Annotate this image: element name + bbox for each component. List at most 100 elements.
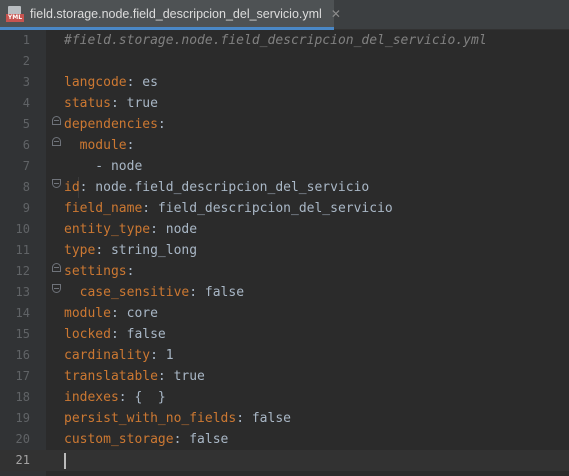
yaml-key: dependencies <box>64 117 158 132</box>
yaml-key: cardinality <box>64 348 151 363</box>
line-number: 13 <box>15 285 30 299</box>
code-text: persist_with_no_fields: false <box>64 408 291 429</box>
yaml-value: : { } <box>118 390 166 405</box>
yaml-key: case_sensitive <box>64 285 190 300</box>
yaml-value: : <box>157 117 166 132</box>
code-text: langcode: es <box>64 72 158 93</box>
code-text: dependencies: <box>64 114 166 135</box>
code-line[interactable]: 1 #field.storage.node.field_descripcion_d… <box>0 30 569 51</box>
code-line[interactable]: 21 <box>0 450 569 471</box>
yaml-value: - node <box>64 159 143 174</box>
yaml-value: : <box>126 264 135 279</box>
line-number: 10 <box>15 222 30 236</box>
code-line[interactable]: 11 type: string_long <box>0 240 569 261</box>
yaml-value: : false <box>189 285 245 300</box>
code-text: - node <box>64 156 142 177</box>
line-number: 20 <box>15 432 30 446</box>
yaml-key: locked <box>64 327 111 342</box>
line-number: 5 <box>22 117 30 131</box>
close-tab-icon[interactable]: ✕ <box>331 7 341 21</box>
yaml-key: settings <box>64 264 127 279</box>
code-line[interactable]: 8 id: node.field_descripcion_del_servicio <box>0 177 569 198</box>
ide-window: YML field.storage.node.field_descripcion… <box>0 0 569 476</box>
yaml-value: : false <box>173 432 229 447</box>
code-text: #field.storage.node.field_descripcion_de… <box>64 30 487 51</box>
code-text: module: core <box>64 303 158 324</box>
yaml-value: : true <box>110 96 158 111</box>
yaml-value: : node <box>150 222 198 237</box>
code-line[interactable]: 6 module: <box>0 135 569 156</box>
code-line[interactable]: 18 indexes: { } <box>0 387 569 408</box>
code-line[interactable]: 4 status: true <box>0 93 569 114</box>
line-number: 8 <box>22 180 30 194</box>
code-line[interactable]: 2 <box>0 51 569 72</box>
yaml-comment: #field.storage.node.field_ <box>64 33 268 48</box>
yaml-comment: .yml <box>455 33 487 48</box>
line-number: 11 <box>15 243 30 257</box>
yaml-key: entity_type <box>64 222 151 237</box>
yaml-key: status <box>64 96 111 111</box>
code-line[interactable]: 15 locked: false <box>0 324 569 345</box>
code-text: type: string_long <box>64 240 197 261</box>
yaml-key: module <box>64 138 127 153</box>
line-number: 12 <box>15 264 30 278</box>
code-text: indexes: { } <box>64 387 166 408</box>
code-text: status: true <box>64 93 158 114</box>
yaml-key: field_name <box>64 201 143 216</box>
yaml-value: : core <box>110 306 158 321</box>
code-text: case_sensitive: false <box>64 282 244 303</box>
line-number: 18 <box>15 390 30 404</box>
line-number: 7 <box>22 159 30 173</box>
code-text: custom_storage: false <box>64 429 228 450</box>
code-text: settings: <box>64 261 134 282</box>
code-line[interactable]: 14 module: core <box>0 303 569 324</box>
code-line[interactable]: 20 custom_storage: false <box>0 429 569 450</box>
yaml-key: langcode <box>64 75 127 90</box>
code-text: translatable: true <box>64 366 205 387</box>
code-line[interactable]: 16 cardinality: 1 <box>0 345 569 366</box>
code-text: entity_type: node <box>64 219 197 240</box>
yaml-comment: servicio <box>392 33 456 48</box>
code-line[interactable]: 9 field_name: field_descripcion_del_servi… <box>0 198 569 219</box>
yaml-badge: YML <box>6 13 24 22</box>
code-line[interactable]: 5 dependencies: <box>0 114 569 135</box>
code-line[interactable]: 3 langcode: es <box>0 72 569 93</box>
code-text: module: <box>64 135 135 156</box>
line-number: 15 <box>15 327 30 341</box>
code-line[interactable]: 19 persist_with_no_fields: false <box>0 408 569 429</box>
code-line[interactable]: 13 case_sensitive: false <box>0 282 569 303</box>
code-editor[interactable]: 1 #field.storage.node.field_descripcion_d… <box>0 30 569 476</box>
code-line[interactable]: 7 - node <box>0 156 569 177</box>
yaml-value: : 1 <box>150 348 174 363</box>
yaml-value: : false <box>110 327 166 342</box>
code-text: id: node.field_descripcion_del_servicio <box>64 177 369 198</box>
yaml-key: module <box>64 306 111 321</box>
code-line[interactable]: 17 translatable: true <box>0 366 569 387</box>
code-line[interactable]: 12 settings: <box>0 261 569 282</box>
yaml-value: : node.field_descripcion_del_servicio <box>79 180 370 195</box>
yaml-comment: _del_ <box>353 33 393 48</box>
yaml-value: : string_long <box>95 243 198 258</box>
line-number: 19 <box>15 411 30 425</box>
line-number: 3 <box>22 75 30 89</box>
line-number: 16 <box>15 348 30 362</box>
line-number: 21 <box>15 453 30 467</box>
yaml-value: : es <box>126 75 158 90</box>
yaml-key: persist_with_no_fields <box>64 411 237 426</box>
yaml-key: indexes <box>64 390 119 405</box>
yaml-value: : true <box>157 369 205 384</box>
code-lines: 1 #field.storage.node.field_descripcion_d… <box>0 30 569 471</box>
yaml-file-icon: YML <box>6 5 24 22</box>
code-line[interactable]: 10 entity_type: node <box>0 219 569 240</box>
line-number: 17 <box>15 369 30 383</box>
line-number: 9 <box>22 201 30 215</box>
code-text: cardinality: 1 <box>64 345 174 366</box>
file-tab-title[interactable]: field.storage.node.field_descripcion_del… <box>30 7 322 21</box>
yaml-key: id <box>64 180 80 195</box>
file-tab[interactable]: YML field.storage.node.field_descripcion… <box>0 0 341 30</box>
yaml-key: custom_storage <box>64 432 174 447</box>
line-number: 14 <box>15 306 30 320</box>
code-text: field_name: field_descripcion_del_servic… <box>64 198 393 219</box>
code-text: locked: false <box>64 324 166 345</box>
yaml-value: : <box>126 138 135 153</box>
